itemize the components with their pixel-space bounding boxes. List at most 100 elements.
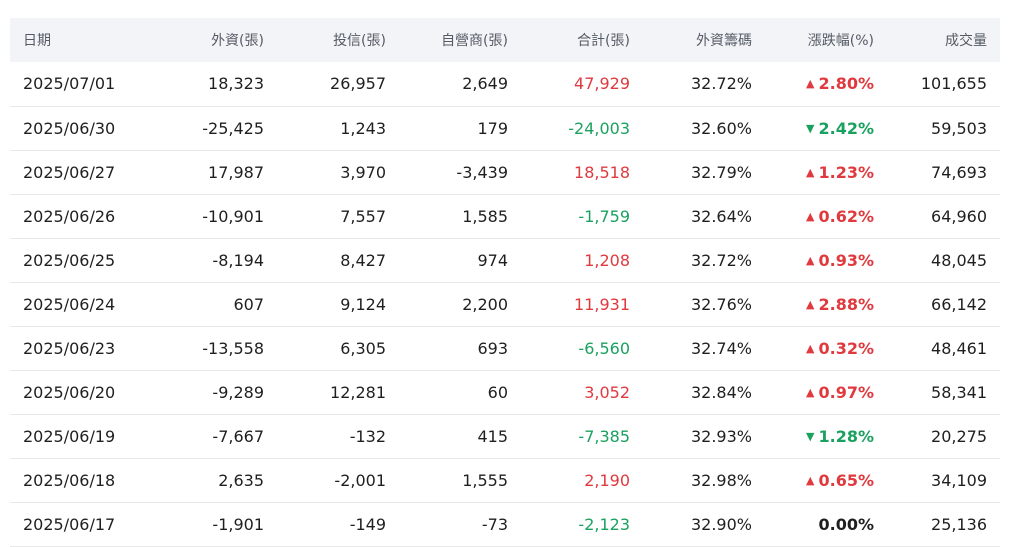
total-cell: -6,560	[578, 338, 630, 358]
date-cell: 2025/06/24	[23, 294, 116, 314]
foreign-holding-cell: 32.60%	[690, 118, 752, 138]
trust-cell: 3,970	[340, 162, 386, 182]
trust-cell: -132	[349, 426, 386, 446]
header-change[interactable]: 漲跌幅(%)	[765, 18, 887, 62]
volume-cell: 48,045	[931, 250, 987, 270]
dealer-cell: 974	[477, 250, 508, 270]
change-cell: ▲ 0.62%	[765, 194, 887, 238]
triangle-up-icon: ▲	[806, 253, 815, 267]
trust-cell: 26,957	[330, 74, 386, 94]
institutional-trading-table-container: 日期 外資(張) 投信(張) 自營商(張) 合計(張) 外資籌碼 漲跌幅(%) …	[10, 18, 1000, 547]
change-cell: ▼ 2.42%	[765, 106, 887, 150]
total-cell: 47,929	[574, 74, 630, 94]
date-cell: 2025/06/19	[23, 426, 116, 446]
foreign-cell: -8,194	[212, 250, 264, 270]
foreign-holding-cell: 32.64%	[690, 206, 752, 226]
table-row: 2025/06/24 607 9,124 2,200 11,931 32.76% ▲ 2.88…	[10, 282, 1000, 326]
date-cell: 2025/07/01	[23, 74, 116, 94]
foreign-cell: 18,323	[208, 74, 264, 94]
change-cell: ▲ 0.65%	[765, 458, 887, 502]
change-value: 0.62%	[818, 206, 874, 226]
foreign-holding-cell: 32.72%	[690, 74, 752, 94]
volume-cell: 20,275	[931, 426, 987, 446]
triangle-up-icon: ▲	[806, 209, 815, 223]
trust-cell: 6,305	[340, 338, 386, 358]
change-value: 2.80%	[818, 74, 874, 94]
total-cell: 3,052	[584, 382, 630, 402]
header-date[interactable]: 日期	[10, 18, 155, 62]
header-trust[interactable]: 投信(張)	[277, 18, 399, 62]
header-foreign[interactable]: 外資(張)	[155, 18, 277, 62]
total-cell: 1,208	[584, 250, 630, 270]
date-cell: 2025/06/23	[23, 338, 116, 358]
foreign-cell: -25,425	[202, 118, 264, 138]
header-total[interactable]: 合計(張)	[521, 18, 643, 62]
dealer-cell: 415	[477, 426, 508, 446]
dealer-cell: 60	[487, 382, 508, 402]
total-cell: -1,759	[578, 206, 630, 226]
triangle-up-icon: ▲	[806, 385, 815, 399]
volume-cell: 101,655	[920, 74, 987, 94]
foreign-cell: -10,901	[202, 206, 264, 226]
foreign-cell: 607	[233, 294, 264, 314]
table-row: 2025/07/01 18,323 26,957 2,649 47,929 32.72% ▲…	[10, 62, 1000, 106]
change-value: 2.42%	[818, 118, 874, 138]
change-cell: ▲ 1.23%	[765, 150, 887, 194]
change-cell: 0.00%	[765, 502, 887, 546]
table-row: 2025/06/17 -1,901 -149 -73 -2,123 32.90% 0.00%…	[10, 502, 1000, 546]
foreign-holding-cell: 32.84%	[690, 382, 752, 402]
foreign-cell: 2,635	[218, 470, 264, 490]
total-cell: 18,518	[574, 162, 630, 182]
change-cell: ▼ 1.28%	[765, 414, 887, 458]
date-cell: 2025/06/26	[23, 206, 116, 226]
table-row: 2025/06/20 -9,289 12,281 60 3,052 32.84% ▲ 0.97…	[10, 370, 1000, 414]
dealer-cell: 1,555	[462, 470, 508, 490]
triangle-up-icon: ▲	[806, 165, 815, 179]
table-row: 2025/06/19 -7,667 -132 415 -7,385 32.93% ▼ 1.28…	[10, 414, 1000, 458]
change-value: 0.65%	[818, 470, 874, 490]
change-value: 0.93%	[818, 250, 874, 270]
date-cell: 2025/06/25	[23, 250, 116, 270]
triangle-down-icon: ▼	[806, 121, 815, 135]
volume-cell: 25,136	[931, 514, 987, 534]
total-cell: 11,931	[574, 294, 630, 314]
trust-cell: 9,124	[340, 294, 386, 314]
volume-cell: 64,960	[931, 206, 987, 226]
change-cell: ▲ 0.97%	[765, 370, 887, 414]
header-dealer[interactable]: 自營商(張)	[399, 18, 521, 62]
date-cell: 2025/06/18	[23, 470, 116, 490]
table-row: 2025/06/27 17,987 3,970 -3,439 18,518 32.79% ▲…	[10, 150, 1000, 194]
foreign-cell: -9,289	[212, 382, 264, 402]
foreign-cell: 17,987	[208, 162, 264, 182]
total-cell: -24,003	[568, 118, 630, 138]
change-cell: ▲ 2.80%	[765, 62, 887, 106]
total-cell: 2,190	[584, 470, 630, 490]
foreign-holding-cell: 32.72%	[690, 250, 752, 270]
total-cell: -2,123	[578, 514, 630, 534]
triangle-up-icon: ▲	[806, 77, 815, 91]
change-value: 0.00%	[818, 514, 874, 534]
volume-cell: 58,341	[931, 382, 987, 402]
change-value: 1.23%	[818, 162, 874, 182]
table-header: 日期 外資(張) 投信(張) 自營商(張) 合計(張) 外資籌碼 漲跌幅(%) …	[10, 18, 1000, 62]
volume-cell: 48,461	[931, 338, 987, 358]
change-cell: ▲ 0.93%	[765, 238, 887, 282]
header-volume[interactable]: 成交量	[887, 18, 1000, 62]
foreign-cell: -7,667	[212, 426, 264, 446]
change-value: 1.28%	[818, 426, 874, 446]
foreign-holding-cell: 32.90%	[690, 514, 752, 534]
volume-cell: 74,693	[931, 162, 987, 182]
table-row: 2025/06/23 -13,558 6,305 693 -6,560 32.74% ▲ 0.…	[10, 326, 1000, 370]
date-cell: 2025/06/17	[23, 514, 116, 534]
dealer-cell: -3,439	[456, 162, 508, 182]
dealer-cell: -73	[481, 514, 508, 534]
table-row: 2025/06/30 -25,425 1,243 179 -24,003 32.60% ▼ 2…	[10, 106, 1000, 150]
foreign-holding-cell: 32.74%	[690, 338, 752, 358]
foreign-cell: -13,558	[202, 338, 264, 358]
triangle-up-icon: ▲	[806, 341, 815, 355]
dealer-cell: 2,200	[462, 294, 508, 314]
header-foreign-holding[interactable]: 外資籌碼	[643, 18, 765, 62]
table-row: 2025/06/26 -10,901 7,557 1,585 -1,759 32.64% ▲…	[10, 194, 1000, 238]
dealer-cell: 1,585	[462, 206, 508, 226]
dealer-cell: 179	[477, 118, 508, 138]
